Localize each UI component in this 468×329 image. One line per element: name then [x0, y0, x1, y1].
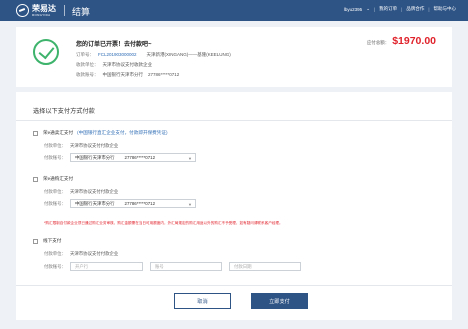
order-summary-card: 您的订单已开票！去付款吧~ 应付总额： $1970.00 订单号： FCL201…: [16, 27, 452, 87]
method-fx-unit: 天津市协议支付付款企业: [70, 189, 119, 194]
payment-methods-card: 选择以下支付方式付款 荣e通卖汇支付 (中国银行直汇企业支付，付款即开保费凭证)…: [16, 92, 452, 320]
amount-label: 应付总额：: [366, 40, 390, 45]
method-remit-account-select[interactable]: 中国银行天津市分行 27786*****0712 ▼: [70, 153, 196, 162]
offline-account-input[interactable]: 账号: [150, 262, 222, 271]
section-divider: [16, 120, 452, 121]
top-nav: lbyu2395 ⌄ | 我的订单 | 品牌合作 | 帮助与中心: [343, 6, 457, 12]
cancel-button[interactable]: 取消: [174, 293, 231, 309]
method-fx-checkbox[interactable]: [33, 176, 38, 182]
payee-bank: 中国银行天津市分行: [102, 72, 144, 77]
method-fx-pay[interactable]: 荣e通购汇支付: [33, 176, 73, 182]
fx-warning: *购汇限制自付款企业须已通过购汇业务审核，购汇金额需在当日可用额度内，外汇局规定…: [44, 221, 283, 225]
success-check-icon: [33, 39, 59, 65]
amount-due: 应付总额： $1970.00: [367, 35, 436, 47]
method-remit-checkbox[interactable]: [33, 130, 38, 136]
chevron-down-icon: ▼: [188, 202, 192, 207]
user-menu[interactable]: lbyu2395: [344, 7, 362, 12]
header-divider: [64, 5, 65, 16]
offline-bank-input[interactable]: 开户行: [70, 262, 143, 271]
payee-account: 27786*****0712: [148, 72, 180, 77]
amount-value: $1970.00: [392, 35, 436, 47]
nav-brand-partner[interactable]: 品牌合作: [406, 6, 424, 12]
pay-now-button[interactable]: 立即支付: [251, 293, 308, 309]
actions-divider: [16, 285, 452, 286]
method-fx-label: 荣e通购汇支付: [43, 176, 74, 181]
order-route: 天津新港(XINGANG)——基隆(KEELUNG): [146, 52, 231, 57]
method-remit-account-row: 付款账号： 中国银行天津市分行 27786*****0712 ▼: [44, 153, 196, 162]
chevron-down-icon[interactable]: ⌄: [366, 6, 370, 12]
order-number-row: 订单号： FCL201903000002 天津新港(XINGANG)——基隆(K…: [76, 52, 231, 58]
method-remit-pay[interactable]: 荣e通卖汇支付 (中国银行直汇企业支付，付款即开保费凭证): [33, 130, 167, 136]
top-bar: 荣易达 RONGYIDA 结算 lbyu2395 ⌄ | 我的订单 | 品牌合作…: [0, 0, 468, 21]
nav-my-orders[interactable]: 我的订单: [379, 6, 397, 12]
nav-help-center[interactable]: 帮助与中心: [434, 6, 457, 12]
method-remit-unit-row: 付款单位： 天津市协议支付付款企业: [44, 143, 119, 148]
method-remit-hint: (中国银行直汇企业支付，付款即开保费凭证): [77, 130, 168, 135]
payee-unit: 天津市协议支付收款企业: [102, 62, 153, 67]
page-title: 结算: [72, 7, 91, 17]
logo-text: 荣易达: [32, 3, 56, 13]
method-remit-label: 荣e通卖汇支付: [43, 130, 74, 135]
payee-unit-row: 收款单位： 天津市协议支付收款企业: [76, 62, 153, 67]
offline-date-input[interactable]: 付款日期: [229, 262, 301, 271]
method-fx-account-select[interactable]: 中国银行天津市分行 27786*****0712 ▼: [70, 199, 196, 208]
method-fx-account-row: 付款账号： 中国银行天津市分行 27786*****0712 ▼: [44, 199, 196, 208]
method-fx-unit-row: 付款单位： 天津市协议支付付款企业: [44, 189, 119, 194]
order-number[interactable]: FCL201903000002: [98, 52, 137, 58]
method-offline-unit: 天津市协议支付付款企业: [70, 251, 119, 256]
method-remit-unit: 天津市协议支付付款企业: [70, 143, 119, 148]
logo[interactable]: 荣易达 RONGYIDA: [16, 4, 56, 17]
payment-section-title: 选择以下支付方式付款: [33, 108, 95, 115]
logo-subtext: RONGYIDA: [32, 12, 51, 17]
method-offline-checkbox[interactable]: [33, 238, 38, 244]
payee-account-row: 收款账号： 中国银行天津市分行 27786*****0712: [76, 72, 180, 77]
method-offline-account-row: 付款账号： 开户行 账号 付款日期: [44, 262, 301, 271]
order-headline: 您的订单已开票！去付款吧~: [76, 42, 152, 48]
chevron-down-icon: ▼: [188, 156, 192, 161]
method-offline-unit-row: 付款单位： 天津市协议支付付款企业: [44, 251, 119, 256]
logo-icon: [16, 4, 29, 17]
method-offline-pay[interactable]: 线下支付: [33, 238, 61, 244]
method-offline-label: 线下支付: [43, 238, 62, 243]
